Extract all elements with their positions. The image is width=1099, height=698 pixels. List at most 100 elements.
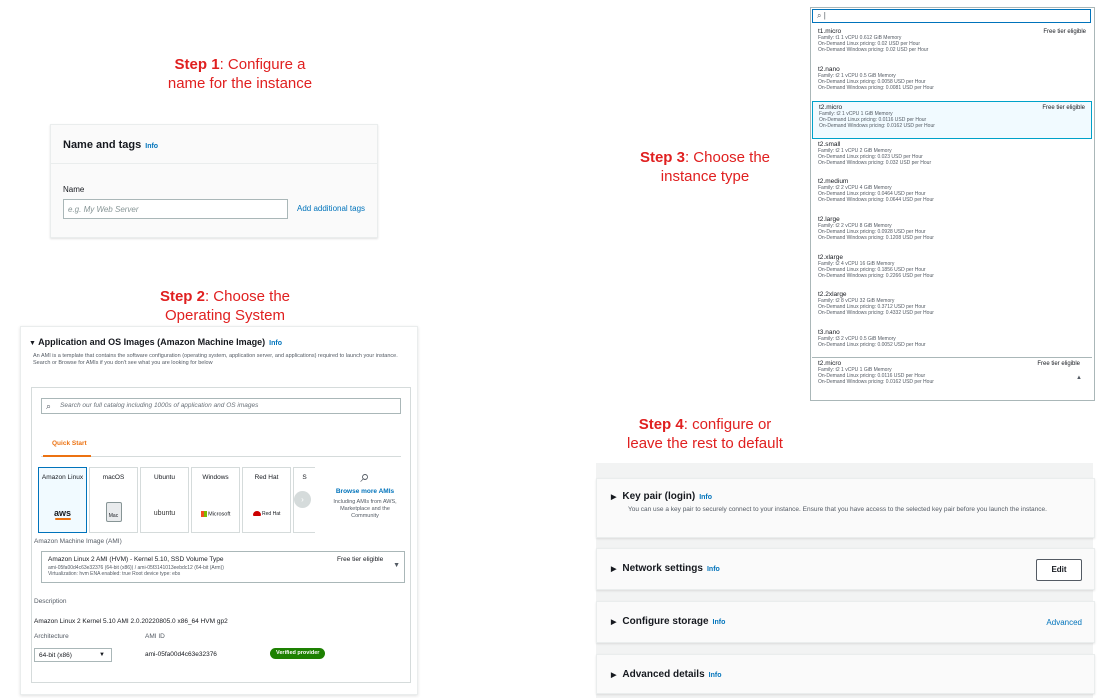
ami-id-value: ami-05fa00d4c63e32376 <box>145 651 217 658</box>
ami-select-name: Amazon Linux 2 AMI (HVM) - Kernel 5.10, … <box>48 556 224 563</box>
step1-caption: Step 1: Configure a name for the instanc… <box>120 55 360 93</box>
step1-text: : Configure a <box>219 56 306 73</box>
step1-label: Step 1 <box>174 56 220 73</box>
os-tile-label: Red Hat <box>254 474 279 481</box>
architecture-select[interactable]: 64-bit (x86) ▼ <box>34 648 112 662</box>
instance-windows-price: On-Demand Windows pricing: 0.02 USD per … <box>818 47 929 53</box>
tab-quick-start[interactable]: Quick Start <box>52 440 87 447</box>
os-tile-windows[interactable]: Windows Microsoft <box>191 467 240 533</box>
step1-text2: name for the instance <box>167 75 313 92</box>
name-input[interactable]: e.g. My Web Server <box>63 199 288 219</box>
verified-provider-badge: Verified provider <box>270 648 326 659</box>
info-link[interactable]: Info <box>699 494 712 501</box>
caret-right-icon: ▶ <box>611 566 617 573</box>
advanced-header: ▶ Advanced details Info <box>611 669 721 680</box>
instance-option-t2-2xlarge[interactable]: t2.2xlarge Family: t2 8 vCPU 32 GiB Memor… <box>812 289 1092 327</box>
instance-type-select[interactable]: t2.micro Free tier eligible Family: t2 1… <box>812 357 1092 397</box>
storage-header: ▶ Configure storage Info <box>611 616 725 627</box>
caret-right-icon: ▶ <box>611 494 617 501</box>
configure-storage-section[interactable]: ▶ Configure storage Info Advanced <box>596 601 1095 643</box>
caret-right-icon: ▶ <box>611 619 617 626</box>
step2-caption: Step 2: Choose the Operating System <box>110 287 340 325</box>
instance-name: t2.nano <box>818 65 840 73</box>
free-tier-badge: Free tier eligible <box>1042 105 1085 112</box>
ami-search-input[interactable]: ⌕ Search our full catalog including 1000… <box>41 398 401 414</box>
instance-name: t2.medium <box>818 178 849 186</box>
network-title: Network settings <box>622 563 703 574</box>
instance-windows-price: On-Demand Windows pricing: 0.0644 USD pe… <box>818 197 934 204</box>
instance-option-t2-xlarge[interactable]: t2.xlarge Family: t2 4 vCPU 16 GiB Memory… <box>812 252 1092 290</box>
instance-name: t3.nano <box>818 328 840 336</box>
os-tile-label: Windows <box>202 474 229 481</box>
ami-select-meta: Virtualization: hvm ENA enabled: true Ro… <box>48 571 181 577</box>
step2-text: : Choose the <box>204 288 291 305</box>
instance-option-t2-micro[interactable]: t2.micro Family: t2 1 vCPU 1 GiB Memory On… <box>812 101 1092 140</box>
instance-search-value: | <box>823 11 826 20</box>
instance-option-t2-nano[interactable]: t2.nano Family: t2 1 vCPU 0.5 GiB Memory O… <box>812 64 1092 102</box>
step3-text: : Choose the <box>684 149 771 166</box>
step3-label: Step 3 <box>639 149 685 166</box>
step3-text2: instance type <box>660 168 750 185</box>
name-tags-panel: Name and tags Info Name e.g. My Web Serve… <box>50 124 378 238</box>
search-icon: ⌕ <box>46 401 52 411</box>
info-link[interactable]: Info <box>269 340 282 347</box>
step4-label: Step 4 <box>638 416 684 433</box>
instance-name: t2.2xlarge <box>818 291 847 299</box>
key-pair-header: ▶ Key pair (login) Info <box>611 491 712 502</box>
instance-option-t1-micro[interactable]: t1.micro Family: t1 1 vCPU 0.612 GiB Memo… <box>812 26 1092 64</box>
caret-right-icon: ▶ <box>611 672 617 679</box>
ami-id-label: AMI ID <box>145 633 165 640</box>
os-tile-amazon-linux[interactable]: Amazon Linux aws <box>38 467 87 533</box>
os-tile-label: Amazon Linux <box>41 474 84 481</box>
key-pair-title: Key pair (login) <box>622 491 696 502</box>
edit-button[interactable]: Edit <box>1036 559 1082 581</box>
instance-windows-price: On-Demand Windows pricing: 0.4332 USD pe… <box>818 310 934 317</box>
free-tier-badge: Free tier eligible <box>1037 361 1080 367</box>
instance-name: t2.xlarge <box>818 253 843 261</box>
info-link[interactable]: Info <box>707 566 720 573</box>
ami-panel: ▼ Application and OS Images (Amazon Mach… <box>20 326 418 695</box>
ami-header[interactable]: ▼ Application and OS Images (Amazon Mach… <box>29 337 282 347</box>
storage-title: Configure storage <box>622 616 709 627</box>
caret-down-icon: ▼ <box>29 340 36 347</box>
os-tile-ubuntu[interactable]: Ubuntu ubuntu <box>140 467 189 533</box>
add-tags-link[interactable]: Add additional tags <box>297 204 365 213</box>
instance-search-input[interactable]: ⌕ | <box>812 9 1091 23</box>
browse-more-amis[interactable]: ⌕ Browse more AMIs Including AMIs from A… <box>329 468 401 520</box>
instance-name: t2.small <box>818 140 841 148</box>
architecture-label: Architecture <box>34 633 69 640</box>
step4-caption: Step 4: configure or leave the rest to d… <box>590 415 820 453</box>
instance-windows-price: On-Demand Windows pricing: 0.0081 USD pe… <box>818 84 934 91</box>
os-tile-label: Ubuntu <box>154 474 175 481</box>
instance-option-t2-small[interactable]: t2.small Family: t2 1 vCPU 2 GiB Memory On… <box>812 139 1092 177</box>
tab-active-indicator <box>43 455 91 457</box>
key-pair-section[interactable]: ▶ Key pair (login) Info You can use a key … <box>596 478 1095 538</box>
instance-windows-price: On-Demand Windows pricing: 0.0162 USD pe… <box>819 123 935 130</box>
microsoft-logo-icon: Microsoft <box>192 511 239 517</box>
advanced-details-section[interactable]: ▶ Advanced details Info <box>596 654 1095 694</box>
chevron-right-icon[interactable]: › <box>294 491 311 508</box>
info-link[interactable]: Info <box>713 619 726 626</box>
os-tile-redhat[interactable]: Red Hat Red Hat <box>242 467 291 533</box>
free-tier-badge: Free tier eligible <box>337 556 384 563</box>
ubuntu-logo-icon: ubuntu <box>153 510 176 517</box>
key-pair-description: You can use a key pair to securely conne… <box>628 506 1047 513</box>
info-link[interactable]: Info <box>709 672 722 679</box>
browse-more-amis-link[interactable]: Browse more AMIs <box>329 488 401 495</box>
info-link[interactable]: Info <box>145 143 158 150</box>
instance-option-t2-medium[interactable]: t2.medium Family: t2 2 vCPU 4 GiB Memory O… <box>812 176 1092 214</box>
description-value: Amazon Linux 2 Kernel 5.10 AMI 2.0.20220… <box>34 618 228 625</box>
instance-linux-price: On-Demand Linux pricing: 0.0052 USD per … <box>818 341 926 348</box>
instance-option-t2-large[interactable]: t2.large Family: t2 2 vCPU 8 GiB Memory On… <box>812 214 1092 252</box>
instance-type-dropdown: ⌕ | t1.micro Family: t1 1 vCPU 0.612 GiB … <box>810 7 1095 401</box>
caret-up-icon: ▲ <box>1076 375 1082 381</box>
free-tier-badge: Free tier eligible <box>1043 29 1086 35</box>
network-settings-section[interactable]: ▶ Network settings Info Edit <box>596 548 1095 590</box>
ami-title: Application and OS Images (Amazon Machin… <box>38 337 266 347</box>
tab-divider <box>41 456 401 457</box>
ami-search-placeholder: Search our full catalog including 1000s … <box>60 402 259 409</box>
os-tile-macos[interactable]: macOS Mac <box>89 467 138 533</box>
ami-select[interactable]: Amazon Linux 2 AMI (HVM) - Kernel 5.10, … <box>41 551 405 583</box>
advanced-link[interactable]: Advanced <box>1046 618 1082 627</box>
browse-more-amis-sub: Including AMIs from AWS, Marketplace and… <box>333 499 397 519</box>
